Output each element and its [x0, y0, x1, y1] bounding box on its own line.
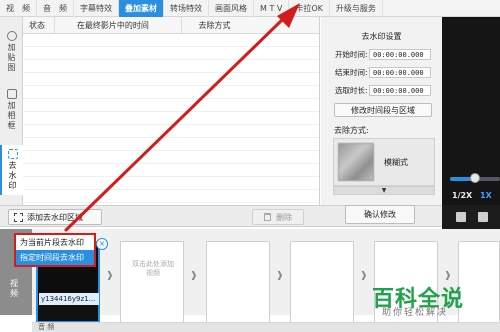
list-header: 状态 在最终影片中的时间 去除方式	[23, 17, 319, 34]
start-time-label: 开始时间:	[335, 50, 368, 59]
delete-button[interactable]: 删除	[252, 209, 304, 225]
list-row	[23, 34, 319, 47]
add-region-label: 添加去水印区域	[27, 212, 83, 222]
list-row	[23, 112, 319, 125]
sidebar-item-label: 加贴图	[7, 43, 16, 72]
add-video-hint: 双击此处添加视频	[132, 260, 174, 277]
column-status[interactable]: 状态	[23, 17, 55, 33]
end-time-label: 结束时间:	[335, 68, 368, 77]
tab-upgrade-service[interactable]: 升级与服务	[330, 0, 383, 17]
clip-name: y134416y9z1...	[39, 293, 99, 305]
preview-tool-icons	[442, 205, 500, 229]
list-row	[23, 99, 319, 112]
audio-track-label: 音 频	[38, 323, 55, 331]
side-tabs: 加贴图 加相框 去水印	[0, 17, 23, 205]
start-time-field[interactable]: 00:00:00.000	[369, 49, 431, 60]
list-row	[23, 151, 319, 164]
tab-subtitle-effects[interactable]: 字幕特效	[74, 0, 119, 17]
frame-icon	[6, 89, 17, 99]
menu-item-remove-specified-period[interactable]: 指定时间段去水印	[16, 250, 94, 265]
sidebar-item-label: 加相框	[7, 101, 16, 130]
chevron-right-icon: ❱	[360, 271, 368, 281]
add-region-icon	[14, 212, 23, 222]
duration-row: 选取时长: 00:00:00.000	[335, 85, 431, 96]
sticker-icon	[6, 31, 17, 41]
speed-normal-button[interactable]: 1X	[480, 191, 492, 200]
chevron-right-icon: ❱	[444, 271, 452, 281]
sidebar-item-frame[interactable]: 加相框	[0, 89, 23, 133]
removal-method-label: 去除方式:	[334, 126, 369, 135]
slider-knob[interactable]	[470, 173, 480, 183]
sidebar-item-label: 去水印	[8, 161, 17, 190]
folder-icon[interactable]	[478, 212, 488, 222]
watermark-region-list: 状态 在最终影片中的时间 去除方式	[23, 17, 320, 205]
close-icon[interactable]: ×	[96, 238, 108, 250]
empty-clip-slot[interactable]: 双击此处添加视频	[120, 241, 184, 323]
video-preview-panel: 1/2X 1X	[442, 17, 500, 205]
tab-picture-style[interactable]: 画面风格	[209, 0, 254, 17]
empty-clip-slot[interactable]	[290, 241, 354, 323]
list-row	[23, 47, 319, 60]
column-removal-method[interactable]: 去除方式	[182, 17, 319, 33]
list-row	[23, 86, 319, 99]
delete-label: 删除	[276, 212, 292, 222]
confirm-modify-button[interactable]: 确认修改	[345, 205, 415, 224]
removal-method-option[interactable]: 模糊式	[333, 138, 435, 186]
site-watermark-logo: 百科全说 助你轻松解决	[372, 283, 497, 318]
list-body	[23, 34, 319, 203]
menu-item-remove-current-clip[interactable]: 为当前片段去水印	[16, 235, 94, 250]
menu-bar: 视 频 音 频 字幕特效 叠加素材 转场特效 画面风格 M T V 卡拉OK 升…	[0, 0, 500, 17]
list-row	[23, 138, 319, 151]
list-row	[23, 125, 319, 138]
speed-half-button[interactable]: 1/2X	[452, 191, 472, 200]
list-row	[23, 177, 319, 190]
add-watermark-region-button[interactable]: 添加去水印区域	[8, 209, 102, 225]
watermark-settings-panel: 去水印设置 开始时间: 00:00:00.000 结束时间: 00:00:00.…	[321, 17, 442, 205]
watermark-remove-icon	[7, 149, 18, 159]
removal-method-dropdown[interactable]: ▼	[333, 186, 435, 195]
chevron-right-icon: ❱	[106, 271, 114, 281]
end-time-row: 结束时间: 00:00:00.000	[335, 67, 431, 78]
context-menu: 为当前片段去水印 指定时间段去水印	[14, 233, 96, 267]
list-row	[23, 164, 319, 177]
blur-preview-thumbnail	[338, 143, 374, 181]
watermark-subtitle: 助你轻松解决	[382, 308, 449, 318]
modify-time-region-button[interactable]: 修改时间段与区域	[334, 103, 432, 117]
tab-audio[interactable]: 音 频	[37, 0, 74, 17]
sidebar-item-watermark-remove[interactable]: 去水印	[0, 145, 23, 195]
duration-label: 选取时长:	[335, 86, 368, 95]
duration-field[interactable]: 00:00:00.000	[369, 85, 431, 96]
removal-method-value: 模糊式	[384, 158, 408, 167]
tab-overlay-materials[interactable]: 叠加素材	[119, 0, 164, 17]
sidebar-item-sticker[interactable]: 加贴图	[0, 31, 23, 75]
tab-mtv[interactable]: M T V	[254, 0, 290, 17]
tab-video[interactable]: 视 频	[0, 0, 37, 17]
tab-karaoke[interactable]: 卡拉OK	[289, 0, 330, 17]
settings-title: 去水印设置	[361, 32, 402, 41]
chevron-right-icon: ❱	[276, 271, 284, 281]
list-row	[23, 73, 319, 86]
list-row	[23, 60, 319, 73]
track-label: 视频	[10, 279, 18, 298]
tab-transition-effects[interactable]: 转场特效	[164, 0, 209, 17]
column-time-in-film[interactable]: 在最终影片中的时间	[55, 17, 183, 33]
empty-clip-slot[interactable]	[206, 241, 270, 323]
audio-track[interactable]	[32, 322, 500, 332]
chevron-right-icon: ❱	[190, 271, 198, 281]
screenshot-icon[interactable]	[456, 212, 466, 222]
end-time-field[interactable]: 00:00:00.000	[369, 67, 431, 78]
trash-icon	[264, 213, 271, 221]
list-row	[23, 190, 319, 203]
start-time-row: 开始时间: 00:00:00.000	[335, 49, 431, 60]
